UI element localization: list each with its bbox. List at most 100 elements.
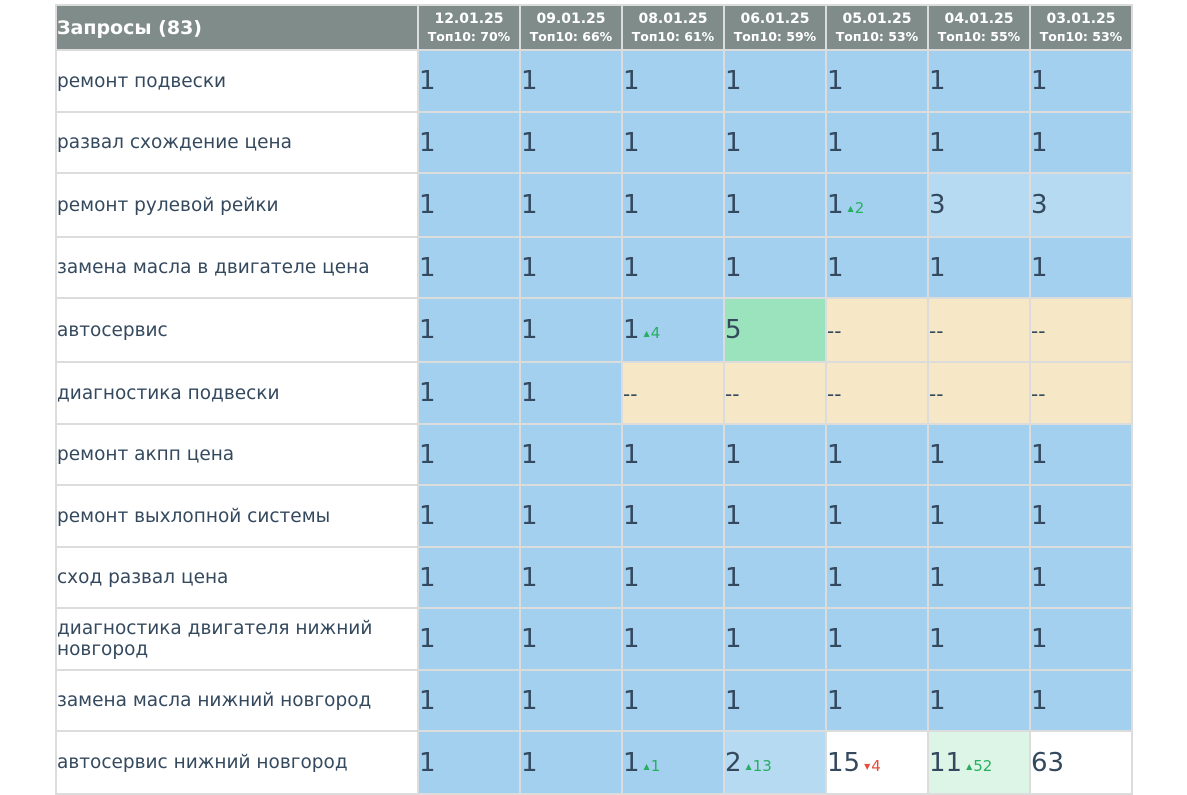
position-cell[interactable]: 63 [1029, 730, 1133, 795]
position-cell[interactable]: 1 [621, 172, 725, 238]
position-cell[interactable]: 3 [927, 172, 1031, 238]
position-cell[interactable]: 1 [927, 607, 1031, 671]
position-cell[interactable]: 1 [519, 484, 623, 548]
query-cell[interactable]: развал схождение цена [55, 111, 419, 174]
position-cell[interactable]: 1 [417, 607, 521, 671]
position-cell[interactable]: -- [927, 361, 1031, 425]
position-cell[interactable]: 1 [519, 607, 623, 671]
position-cell[interactable]: 1 ▲2 [825, 172, 929, 238]
position-cell[interactable]: 11 ▲52 [927, 730, 1031, 795]
position-cell[interactable]: 1 [519, 49, 623, 113]
queries-header[interactable]: Запросы (83) [55, 4, 419, 51]
position-cell[interactable]: 1 [825, 669, 929, 732]
position-cell[interactable]: 1 [723, 607, 827, 671]
position-cell[interactable]: 1 [621, 423, 725, 486]
position-cell[interactable]: 3 [1029, 172, 1133, 238]
position-cell[interactable]: 1 [519, 172, 623, 238]
query-cell[interactable]: замена масла нижний новгород [55, 669, 419, 732]
position-cell[interactable]: -- [825, 297, 929, 363]
position-cell[interactable]: 1 [417, 49, 521, 113]
query-cell[interactable]: диагностика подвески [55, 361, 419, 425]
position-cell[interactable]: 1 [417, 297, 521, 363]
position-cell[interactable]: 1 ▲1 [621, 730, 725, 795]
query-cell[interactable]: ремонт рулевой рейки [55, 172, 419, 238]
position-cell[interactable]: 15 ▼4 [825, 730, 929, 795]
position-cell[interactable]: 1 [519, 297, 623, 363]
position-cell[interactable]: -- [723, 361, 827, 425]
position-cell[interactable]: 5 [723, 297, 827, 363]
position-cell[interactable]: 1 [927, 49, 1031, 113]
query-cell[interactable]: ремонт выхлопной системы [55, 484, 419, 548]
position-cell[interactable]: 1 [1029, 607, 1133, 671]
position-cell[interactable]: 1 [1029, 546, 1133, 609]
position-cell[interactable]: 1 [723, 423, 827, 486]
position-cell[interactable]: 1 [621, 607, 725, 671]
position-cell[interactable]: 1 [927, 546, 1031, 609]
position-cell[interactable]: 1 [417, 236, 521, 299]
position-cell[interactable]: 1 [723, 669, 827, 732]
position-cell[interactable]: 1 [723, 111, 827, 174]
position-cell[interactable]: 1 [519, 111, 623, 174]
position-cell[interactable]: -- [927, 297, 1031, 363]
position-cell[interactable]: 1 [1029, 49, 1133, 113]
position-cell[interactable]: 1 [927, 669, 1031, 732]
query-cell[interactable]: сход развал цена [55, 546, 419, 609]
position-cell[interactable]: -- [1029, 361, 1133, 425]
position-cell[interactable]: 1 [825, 546, 929, 609]
query-cell[interactable]: автосервис [55, 297, 419, 363]
query-cell[interactable]: ремонт подвески [55, 49, 419, 113]
position-cell[interactable]: 1 [621, 49, 725, 113]
position-cell[interactable]: 1 [927, 111, 1031, 174]
position-cell[interactable]: 1 [825, 423, 929, 486]
query-cell[interactable]: ремонт акпп цена [55, 423, 419, 486]
date-column-header[interactable]: 09.01.25 Топ10: 66% [519, 4, 623, 51]
position-cell[interactable]: 1 [1029, 669, 1133, 732]
position-cell[interactable]: -- [825, 361, 929, 425]
position-cell[interactable]: 1 [1029, 111, 1133, 174]
query-cell[interactable]: автосервис нижний новгород [55, 730, 419, 795]
position-cell[interactable]: 1 [825, 484, 929, 548]
position-cell[interactable]: -- [1029, 297, 1133, 363]
position-cell[interactable]: 1 [519, 423, 623, 486]
position-cell[interactable]: 1 [621, 546, 725, 609]
position-cell[interactable]: 1 [723, 484, 827, 548]
position-cell[interactable]: 1 [519, 546, 623, 609]
date-column-header[interactable]: 05.01.25 Топ10: 53% [825, 4, 929, 51]
position-cell[interactable]: 1 [621, 111, 725, 174]
position-cell[interactable]: 1 [723, 236, 827, 299]
position-cell[interactable]: 1 [723, 546, 827, 609]
position-cell[interactable]: 1 ▲4 [621, 297, 725, 363]
date-column-header[interactable]: 03.01.25 Топ10: 53% [1029, 4, 1133, 51]
position-cell[interactable]: 1 [621, 236, 725, 299]
position-cell[interactable]: 1 [927, 236, 1031, 299]
position-cell[interactable]: 2 ▲13 [723, 730, 827, 795]
query-cell[interactable]: диагностика двигателя нижний новгород [55, 607, 419, 671]
position-cell[interactable]: -- [621, 361, 725, 425]
position-cell[interactable]: 1 [417, 484, 521, 548]
date-column-header[interactable]: 12.01.25 Топ10: 70% [417, 4, 521, 51]
position-cell[interactable]: 1 [1029, 423, 1133, 486]
position-cell[interactable]: 1 [519, 361, 623, 425]
position-cell[interactable]: 1 [417, 111, 521, 174]
position-cell[interactable]: 1 [519, 669, 623, 732]
date-column-header[interactable]: 08.01.25 Топ10: 61% [621, 4, 725, 51]
position-cell[interactable]: 1 [417, 423, 521, 486]
position-cell[interactable]: 1 [417, 546, 521, 609]
position-cell[interactable]: 1 [519, 730, 623, 795]
date-column-header[interactable]: 04.01.25 Топ10: 55% [927, 4, 1031, 51]
date-column-header[interactable]: 06.01.25 Топ10: 59% [723, 4, 827, 51]
position-cell[interactable]: 1 [825, 111, 929, 174]
position-cell[interactable]: 1 [825, 49, 929, 113]
position-cell[interactable]: 1 [927, 423, 1031, 486]
position-cell[interactable]: 1 [723, 49, 827, 113]
position-cell[interactable]: 1 [417, 730, 521, 795]
position-cell[interactable]: 1 [723, 172, 827, 238]
position-cell[interactable]: 1 [927, 484, 1031, 548]
query-cell[interactable]: замена масла в двигателе цена [55, 236, 419, 299]
position-cell[interactable]: 1 [1029, 236, 1133, 299]
position-cell[interactable]: 1 [621, 484, 725, 548]
position-cell[interactable]: 1 [417, 361, 521, 425]
position-cell[interactable]: 1 [519, 236, 623, 299]
position-cell[interactable]: 1 [825, 607, 929, 671]
position-cell[interactable]: 1 [417, 669, 521, 732]
